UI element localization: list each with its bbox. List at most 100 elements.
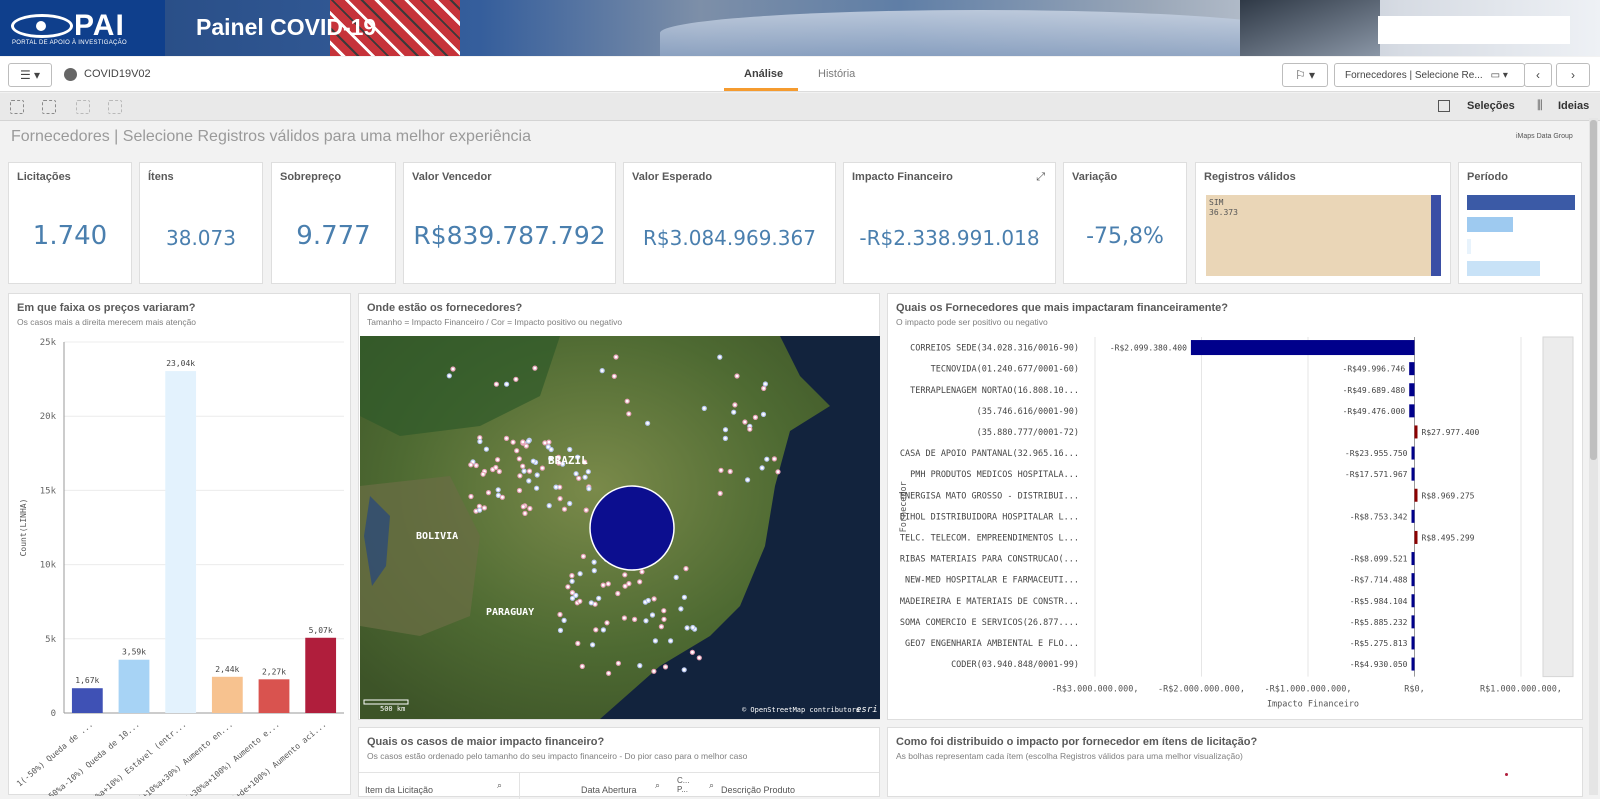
supplier-point[interactable] [585, 469, 591, 475]
kpi-variacao[interactable]: Variação -75,8% [1063, 162, 1187, 284]
supplier-point[interactable] [775, 469, 781, 475]
supplier-point[interactable] [534, 472, 540, 478]
supplier-point[interactable] [661, 608, 667, 614]
supplier-point[interactable] [577, 571, 583, 577]
supplier-point[interactable] [652, 638, 658, 644]
supplier-point[interactable] [520, 463, 526, 469]
bubble-point[interactable] [1505, 773, 1508, 776]
periodo-bar[interactable] [1467, 261, 1540, 276]
supplier-point[interactable] [732, 402, 738, 408]
supplier-point[interactable] [577, 598, 583, 604]
supplier-point[interactable] [477, 438, 483, 445]
supplier-point[interactable] [483, 446, 490, 452]
supplier-point[interactable] [681, 667, 687, 673]
supplier-point[interactable] [722, 435, 728, 442]
supplier-point[interactable] [569, 578, 575, 584]
supplier-point[interactable] [582, 474, 588, 480]
supplier-point[interactable] [588, 600, 594, 606]
step-forward-icon[interactable] [76, 100, 90, 114]
fornecedores-bar-chart[interactable]: -R$3.000.000.000, -R$2.000.000.000, -R$1.0… [888, 294, 1584, 721]
supplier-point[interactable] [576, 475, 582, 481]
supplier-point[interactable] [495, 492, 501, 498]
supplier-point[interactable] [734, 373, 740, 379]
next-sheet-button[interactable]: › [1556, 63, 1590, 87]
supplier-point[interactable] [762, 381, 768, 387]
supplier-point[interactable] [668, 638, 674, 644]
supplier-point[interactable] [696, 655, 702, 661]
supplier-point[interactable] [481, 505, 488, 511]
supplier-point[interactable] [575, 640, 581, 646]
supplier-point[interactable] [557, 496, 563, 502]
supplier-point[interactable] [684, 625, 690, 631]
supplier-point[interactable] [727, 468, 733, 475]
supplier-point[interactable] [626, 411, 632, 417]
supplier-point[interactable] [534, 485, 540, 491]
supplier-point[interactable] [690, 624, 696, 631]
supplier-point[interactable] [615, 590, 621, 597]
supplier-point[interactable] [600, 627, 606, 633]
bar[interactable] [1414, 530, 1418, 544]
supplier-point[interactable] [468, 462, 474, 468]
kpi-valor-esperado[interactable]: Valor Esperado R$3.084.969.367 [623, 162, 836, 284]
column-header[interactable]: Data Abertura [581, 785, 637, 795]
supplier-point[interactable] [637, 663, 643, 669]
bookmark-button[interactable]: ⚐ ▾ [1282, 63, 1328, 87]
supplier-point[interactable] [567, 500, 573, 507]
supplier-point[interactable] [600, 582, 606, 588]
column-header[interactable]: Item da Licitação [365, 785, 433, 795]
periodo-filter[interactable]: Período [1458, 162, 1582, 284]
bar[interactable] [1411, 552, 1415, 566]
bar[interactable] [1409, 383, 1415, 397]
supplier-point[interactable] [493, 381, 499, 387]
bar[interactable] [118, 659, 150, 713]
supplier-point[interactable] [681, 594, 687, 600]
supplier-point[interactable] [764, 456, 770, 462]
supplier-point[interactable] [516, 487, 523, 494]
bar[interactable] [1411, 594, 1415, 608]
supplier-point[interactable] [579, 663, 585, 669]
bar[interactable] [258, 679, 290, 713]
supplier-point[interactable] [621, 615, 627, 621]
periodo-bar[interactable] [1467, 239, 1471, 254]
periodo-bar[interactable] [1467, 195, 1575, 210]
supplier-point[interactable] [495, 457, 501, 463]
supplier-point[interactable] [651, 668, 657, 674]
supplier-point[interactable] [593, 627, 599, 633]
menu-button[interactable]: ☰ ▾ [8, 63, 52, 87]
supplier-point[interactable] [678, 606, 684, 612]
supplier-point[interactable] [546, 503, 552, 509]
supplier-point[interactable] [643, 618, 649, 624]
supplier-point[interactable] [747, 426, 753, 432]
supplier-point[interactable] [473, 462, 479, 469]
supplier-point[interactable] [645, 420, 651, 426]
tab-historia[interactable]: História [818, 68, 855, 80]
supplier-point[interactable] [701, 405, 707, 412]
supplier-point[interactable] [539, 465, 545, 471]
supplier-point[interactable] [761, 385, 767, 392]
supplier-point[interactable] [495, 487, 501, 493]
bar[interactable] [1414, 488, 1418, 502]
supplier-point[interactable] [573, 471, 579, 477]
supplier-point[interactable] [521, 468, 527, 474]
supplier-point[interactable] [526, 478, 532, 484]
supplier-point[interactable] [718, 467, 724, 473]
supplier-point[interactable] [596, 595, 602, 601]
chart-minimap-scrollbar[interactable] [1542, 336, 1574, 678]
supplier-point[interactable] [586, 486, 592, 492]
supplier-point[interactable] [689, 649, 695, 655]
kpi-licitacoes[interactable]: Licitações 1.740 [8, 162, 132, 284]
expand-icon[interactable]: ⤢ [1036, 171, 1045, 184]
supplier-point[interactable] [567, 446, 573, 453]
supplier-point[interactable] [651, 596, 657, 602]
search-icon[interactable]: ⌕ [709, 780, 714, 791]
supplier-point[interactable] [745, 477, 751, 483]
bar[interactable] [1414, 425, 1418, 439]
supplier-point[interactable] [561, 506, 568, 512]
supplier-point[interactable] [590, 642, 596, 648]
supplier-point[interactable] [516, 456, 522, 462]
bar[interactable] [1411, 615, 1415, 629]
supplier-point[interactable] [476, 507, 483, 513]
supplier-point[interactable] [661, 616, 667, 622]
supplier-map[interactable]: BRAZIL BOLIVIA PARAGUAY 500 km © OpenStr… [360, 336, 880, 719]
smart-search-icon[interactable] [10, 100, 24, 114]
